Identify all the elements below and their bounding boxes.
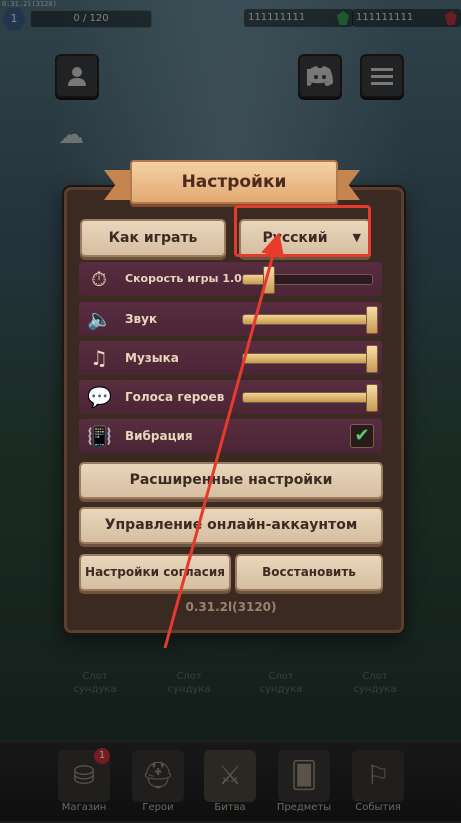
annotation-arrow bbox=[163, 232, 285, 649]
